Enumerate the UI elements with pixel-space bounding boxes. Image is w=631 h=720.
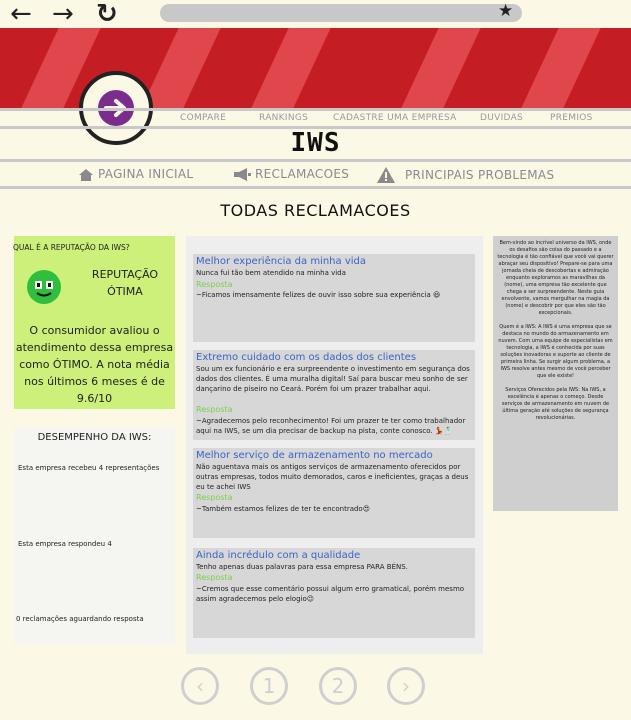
response-text: ~Agradecemos pelo reconhecimento! Foi um… (196, 417, 466, 435)
page-title: TODAS RECLAMACOES (220, 201, 411, 220)
response-label: Resposta (196, 493, 233, 502)
subnav-home[interactable]: PAGINA INICIAL (78, 167, 193, 181)
nav-awards[interactable]: PREMIOS (550, 113, 593, 123)
reputation-question: QUAL É A REPUTAÇÃO DA IWS? (13, 243, 130, 252)
page-2-button[interactable]: 2 (319, 667, 357, 705)
performance-title: DESEMPENHO DA IWS: (37, 432, 152, 443)
reload-icon[interactable]: ↻ (96, 0, 118, 28)
complaint-body: Tenho apenas duas palavras para essa emp… (196, 563, 408, 571)
info-paragraph: Quem é a IWS: A IWS é uma empresa que se… (498, 324, 613, 379)
subnav-complaints[interactable]: RECLAMACOES (233, 167, 349, 181)
complaint-card[interactable]: Melhor serviço de armazenamento no merca… (193, 448, 475, 538)
stat-pending: 0 reclamações aguardando resposta (16, 615, 144, 623)
info-paragraph: Bem-vindo ao incrível universo da IWS, o… (497, 240, 614, 316)
complaint-title[interactable]: Melhor experiência da minha vida (196, 256, 366, 267)
divider (0, 186, 631, 189)
stat-answered: Esta empresa respondeu 4 (18, 540, 112, 548)
response-text: ~Cremos que esse comentário possui algum… (196, 585, 465, 603)
prev-page-button[interactable]: ‹ (181, 667, 219, 705)
complaint-card[interactable]: Melhor experiência da minha vida Nunca f… (193, 254, 475, 342)
response-text: ~Ficamos imensamente felizes de ouvir is… (196, 291, 441, 299)
back-arrow-icon[interactable]: ← (10, 0, 32, 28)
nav-faq[interactable]: DUVIDAS (480, 113, 523, 123)
stat-received: Esta empresa recebeu 4 representações (18, 464, 160, 472)
performance-card (14, 427, 175, 645)
response-label: Resposta (196, 405, 233, 414)
complaint-title[interactable]: Melhor serviço de armazenamento no merca… (196, 450, 433, 461)
reputation-status: REPUTAÇÃO ÓTIMA (91, 268, 159, 298)
response-label: Resposta (196, 280, 233, 289)
complaint-title[interactable]: Extremo cuidado com os dados dos cliente… (196, 352, 416, 363)
divider (0, 108, 631, 111)
address-bar[interactable] (160, 4, 522, 22)
complaint-card[interactable]: Extremo cuidado com os dados dos cliente… (193, 350, 475, 440)
home-icon (79, 168, 93, 181)
response-text: ~Também estamos felizes de ter te encont… (196, 505, 371, 513)
smiley-icon (27, 270, 61, 304)
warning-icon (377, 167, 395, 183)
forward-arrow-icon[interactable]: → (52, 0, 74, 28)
complaint-card[interactable]: Ainda incrédulo com a qualidade Tenho ap… (193, 548, 475, 638)
response-label: Resposta (196, 573, 233, 582)
brand-name: IWS (290, 128, 341, 158)
megaphone-icon (234, 167, 251, 181)
subnav-main-problems-label: PRINCIPAIS PROBLEMAS (405, 168, 555, 182)
complaint-body: Nunca fui tão bem atendido na minha vida (196, 269, 346, 277)
page-1-button[interactable]: 1 (250, 667, 288, 705)
chevron-right-icon: › (402, 674, 410, 698)
complaint-body: Não aguentava mais os antigos serviços d… (196, 463, 469, 491)
next-page-button[interactable]: › (387, 667, 425, 705)
complaint-body: Sou um ex funcionário e era surpreendent… (196, 365, 470, 393)
divider (0, 159, 631, 162)
subnav-home-label: PAGINA INICIAL (98, 167, 194, 181)
info-text: Bem-vindo ao incrível universo da IWS, o… (497, 240, 614, 429)
reputation-description: O consumidor avaliou o atendimento dessa… (15, 324, 174, 405)
subnav-complaints-label: RECLAMACOES (255, 167, 350, 181)
chevron-left-icon: ‹ (196, 674, 204, 698)
info-paragraph: Serviços Oferecidos pela IWS: Na IWS, a … (501, 387, 610, 421)
nav-register-company[interactable]: CADASTRE UMA EMPRESA (333, 113, 457, 123)
subnav-main-problems[interactable]: PRINCIPAIS PROBLEMAS (377, 167, 554, 183)
complaint-title[interactable]: Ainda incrédulo com a qualidade (196, 550, 360, 561)
nav-compare[interactable]: COMPARE (180, 113, 226, 123)
bookmark-star-icon[interactable]: ★ (498, 1, 513, 21)
nav-rankings[interactable]: RANKINGS (259, 113, 308, 123)
